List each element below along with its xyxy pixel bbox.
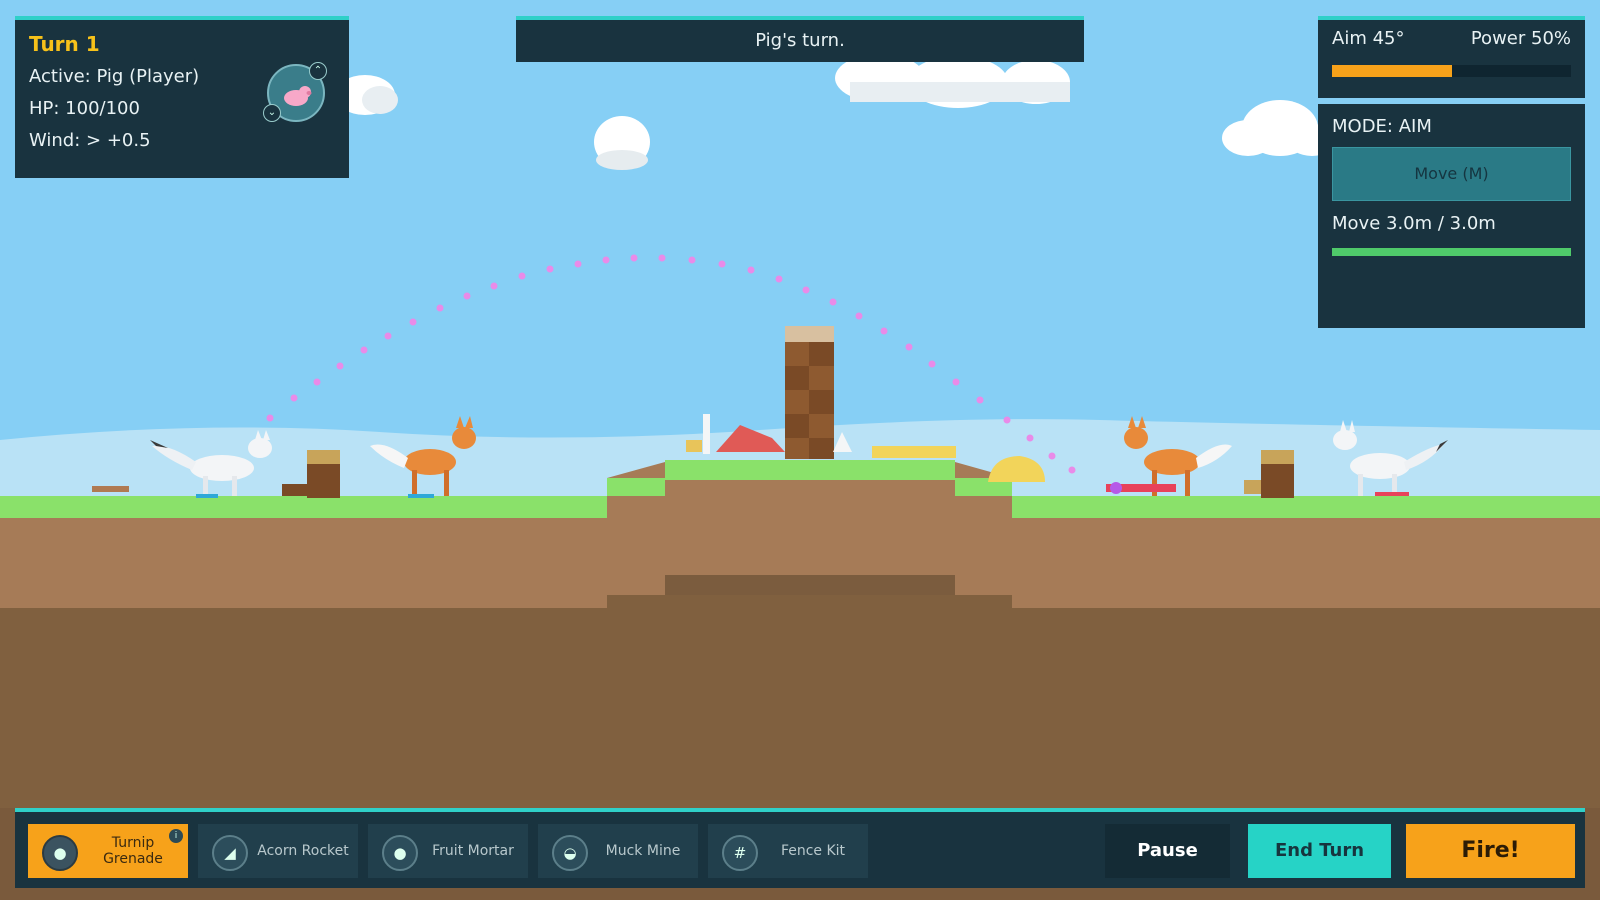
weapon-toolbar: ● Turnip Grenade i ◢ Acorn Rocket ● Frui… [15,808,1585,888]
weapon-muck-mine[interactable]: ◒ Muck Mine [538,824,698,878]
hay-bale [872,446,956,458]
pig-avatar-icon: ⌃ ⌄ [263,62,327,122]
cloud [594,116,650,170]
weapon-turnip-grenade[interactable]: ● Turnip Grenade i [28,824,188,878]
turn-info-panel: Turn 1 Active: Pig (Player) HP: 100/100 … [15,16,349,178]
move-bar-fill [1332,248,1571,256]
info-icon[interactable]: i [169,829,183,843]
fence-icon: # [722,835,758,871]
weapon-label: Turnip Grenade [103,835,163,867]
dirt-lower [0,608,1600,808]
move-bar [1332,248,1571,256]
weapon-label: Muck Mine [605,843,681,859]
weapon-label: Acorn Rocket [257,843,349,859]
mode-panel: MODE: AIM Move (M) Move 3.0m / 3.0m [1318,104,1585,328]
chevron-down-icon[interactable]: ⌄ [263,104,281,122]
mine-icon: ◒ [552,835,588,871]
fruit-icon: ● [382,835,418,871]
turn-label: Turn 1 [29,32,100,56]
power-bar-fill [1332,65,1452,77]
weapon-fence-kit[interactable]: # Fence Kit [708,824,868,878]
power-bar [1332,65,1571,77]
aim-angle: Aim 45° [1332,28,1405,49]
weapon-label: Fruit Mortar [432,843,514,859]
move-readout: Move 3.0m / 3.0m [1332,213,1496,234]
end-turn-button[interactable]: End Turn [1248,824,1391,878]
move-button[interactable]: Move (M) [1332,147,1571,201]
weapon-fruit-mortar[interactable]: ● Fruit Mortar [368,824,528,878]
mode-label: MODE: AIM [1332,116,1432,137]
weapon-label: Fence Kit [780,843,846,859]
acorn-icon: ◢ [212,835,248,871]
pause-button[interactable]: Pause [1105,824,1230,878]
status-message: Pig's turn. [755,30,845,51]
wind-readout: Wind: > +0.5 [29,130,151,151]
weapon-acorn-rocket[interactable]: ◢ Acorn Rocket [198,824,358,878]
cloud [835,54,1070,108]
chevron-up-icon[interactable]: ⌃ [309,62,327,80]
fire-button[interactable]: Fire! [1406,824,1575,878]
turnip-icon: ● [42,835,78,871]
tower [785,326,834,459]
status-bar: Pig's turn. [516,16,1084,62]
power-level: Power 50% [1470,28,1571,49]
aim-panel: Aim 45° Power 50% [1318,16,1585,98]
